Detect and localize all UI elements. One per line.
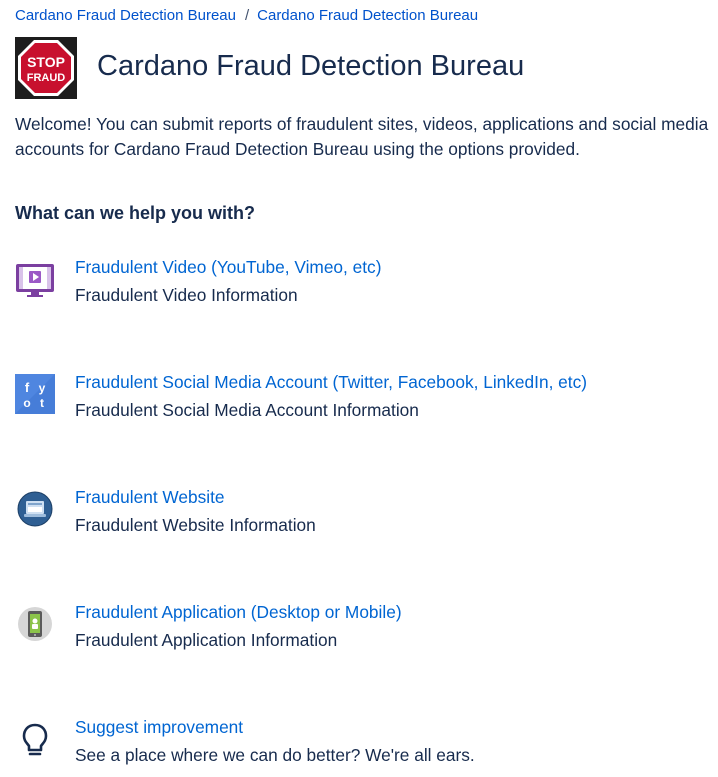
breadcrumb-item-current[interactable]: Cardano Fraud Detection Bureau <box>257 7 478 24</box>
option-title[interactable]: Fraudulent Application (Desktop or Mobil… <box>75 602 402 623</box>
breadcrumb-item-portal[interactable]: Cardano Fraud Detection Bureau <box>15 7 236 24</box>
video-icon <box>15 259 55 299</box>
lightbulb-icon <box>15 721 55 761</box>
option-title[interactable]: Fraudulent Video (YouTube, Vimeo, etc) <box>75 257 381 278</box>
option-title[interactable]: Suggest improvement <box>75 717 243 738</box>
option-description: Fraudulent Social Media Account Informat… <box>75 400 419 420</box>
option-title[interactable]: Fraudulent Website <box>75 487 225 508</box>
option-description: See a place where we can do better? We'r… <box>75 745 475 765</box>
option-suggest-improvement[interactable]: Suggest improvement See a place where we… <box>0 717 718 777</box>
stop-fraud-logo: STOP FRAUD <box>15 37 77 99</box>
website-icon <box>15 489 55 529</box>
option-description: Fraudulent Video Information <box>75 285 298 305</box>
option-title[interactable]: Fraudulent Social Media Account (Twitter… <box>75 372 587 393</box>
svg-text:y: y <box>39 381 46 395</box>
breadcrumb-separator: / <box>244 7 250 24</box>
option-description: Fraudulent Website Information <box>75 515 316 535</box>
page-title: Cardano Fraud Detection Bureau <box>97 50 525 82</box>
option-fraudulent-video[interactable]: Fraudulent Video (YouTube, Vimeo, etc) F… <box>0 257 718 317</box>
option-fraudulent-website[interactable]: Fraudulent Website Fraudulent Website In… <box>0 487 718 547</box>
intro-text: Welcome! You can submit reports of fraud… <box>15 114 709 159</box>
svg-text:FRAUD: FRAUD <box>27 72 66 84</box>
application-icon <box>15 604 55 644</box>
option-fraudulent-social-media[interactable]: f y o t Fraudulent Social Media Account … <box>0 372 718 432</box>
svg-text:t: t <box>40 396 44 410</box>
svg-text:STOP: STOP <box>27 54 65 70</box>
breadcrumb: Cardano Fraud Detection Bureau / Cardano F… <box>15 7 478 24</box>
help-heading: What can we help you with? <box>15 203 256 223</box>
option-fraudulent-application[interactable]: Fraudulent Application (Desktop or Mobil… <box>0 602 718 662</box>
social-media-icon: f y o t <box>15 374 55 414</box>
svg-text:f: f <box>25 380 30 395</box>
option-description: Fraudulent Application Information <box>75 630 338 650</box>
svg-text:o: o <box>23 396 30 410</box>
